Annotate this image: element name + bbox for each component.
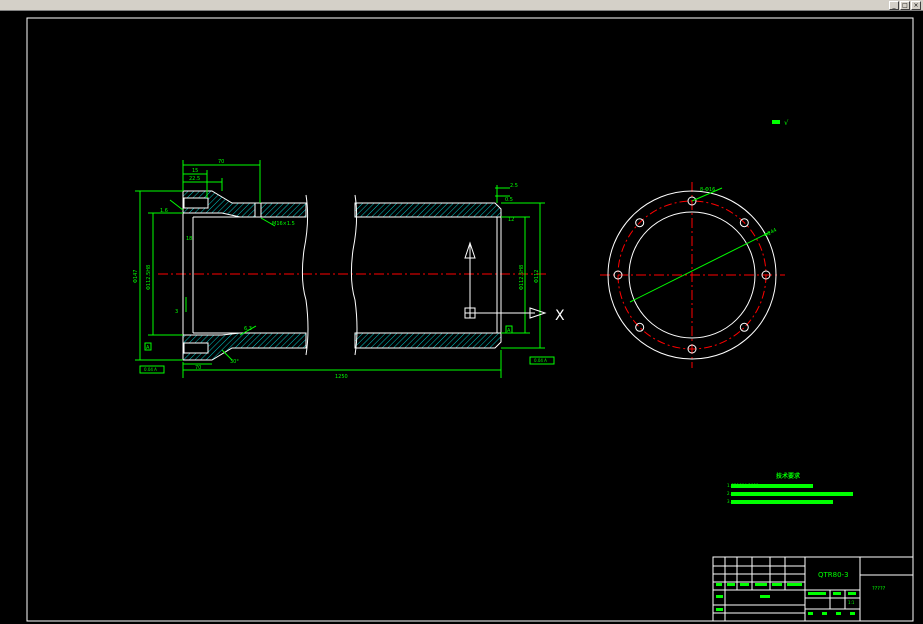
- dim-right-small2: 0.5: [505, 197, 513, 203]
- ucs-icon: [464, 241, 547, 319]
- tolerance-right-text: 0.04 A: [534, 358, 547, 363]
- pcd-label: 8-Φ16: [700, 187, 715, 193]
- break-line-right: [350, 194, 358, 356]
- top-wall-right: [354, 202, 502, 218]
- drawing-frame: [26, 17, 914, 622]
- datum-label-right: A: [507, 328, 511, 334]
- dim-right-end: 12: [508, 217, 514, 223]
- radial-hole-top: [254, 202, 262, 218]
- end-view: 8-Φ16 Φ244: [600, 182, 785, 368]
- dim-left-dia-inner: Φ112.5H8: [146, 265, 152, 290]
- roughness-symbol: √: [784, 119, 789, 127]
- bolt-hole-top: [183, 197, 209, 209]
- dim-right-small1: 2.5: [510, 183, 518, 189]
- scale-value: 1:1: [848, 600, 855, 605]
- dim-top-length: 70: [218, 159, 224, 165]
- bolt-hole-6: [635, 322, 645, 332]
- dim-right-dia-inner: Φ112.5H8: [519, 265, 525, 290]
- tolerance-left-text: 0.04 A: [144, 367, 157, 372]
- bottom-wall-right: [354, 332, 502, 349]
- close-icon[interactable]: ×: [911, 1, 921, 10]
- dim-left-dia-outer: Φ147: [133, 270, 139, 283]
- tech-requirements: 技术要求 1.GB1804-2000 2. 3.: [727, 472, 853, 504]
- bolt-hole-bottom: [183, 342, 209, 354]
- tech-req-line-2: 2.: [727, 491, 731, 496]
- roughness-marker: [772, 120, 780, 124]
- dim-roughness-left: 6.3: [244, 326, 252, 332]
- dim-bottom-small: 70: [195, 365, 201, 371]
- bolt-hole-4: [739, 322, 749, 332]
- diameter-label: Φ244: [763, 227, 778, 238]
- dim-left-chamfer: 1.6: [160, 208, 168, 214]
- dim-left-3: 3: [175, 309, 178, 315]
- dim-overall-length: 1250: [335, 374, 348, 380]
- dim-angle: 30°: [230, 359, 239, 365]
- dim-top-sub2: 22.5: [189, 176, 200, 182]
- dim-bolt-hole: M16×1.5: [272, 221, 295, 227]
- dim-top-sub1: 15: [192, 168, 198, 174]
- section-view: 70 15 22.5 2.5 0.5 M16×1.5 18 1.6 3 6.3 …: [133, 159, 565, 380]
- dim-right-dia-outer: Φ112: [534, 270, 540, 283]
- minimize-icon[interactable]: _: [889, 1, 899, 10]
- tech-req-line-3: 3.: [727, 499, 731, 504]
- break-line-left: [301, 194, 309, 356]
- drawing-number: QTR80-3: [818, 571, 849, 579]
- maximize-icon[interactable]: □: [900, 1, 910, 10]
- ucs-x-label: X: [555, 308, 565, 324]
- part-name: ?????: [872, 586, 886, 592]
- dim-left-face: 18: [186, 236, 192, 242]
- datum-label-left: A: [146, 345, 150, 351]
- cad-drawing-canvas[interactable]: 70 15 22.5 2.5 0.5 M16×1.5 18 1.6 3 6.3 …: [0, 10, 923, 624]
- tech-req-title: 技术要求: [776, 472, 801, 480]
